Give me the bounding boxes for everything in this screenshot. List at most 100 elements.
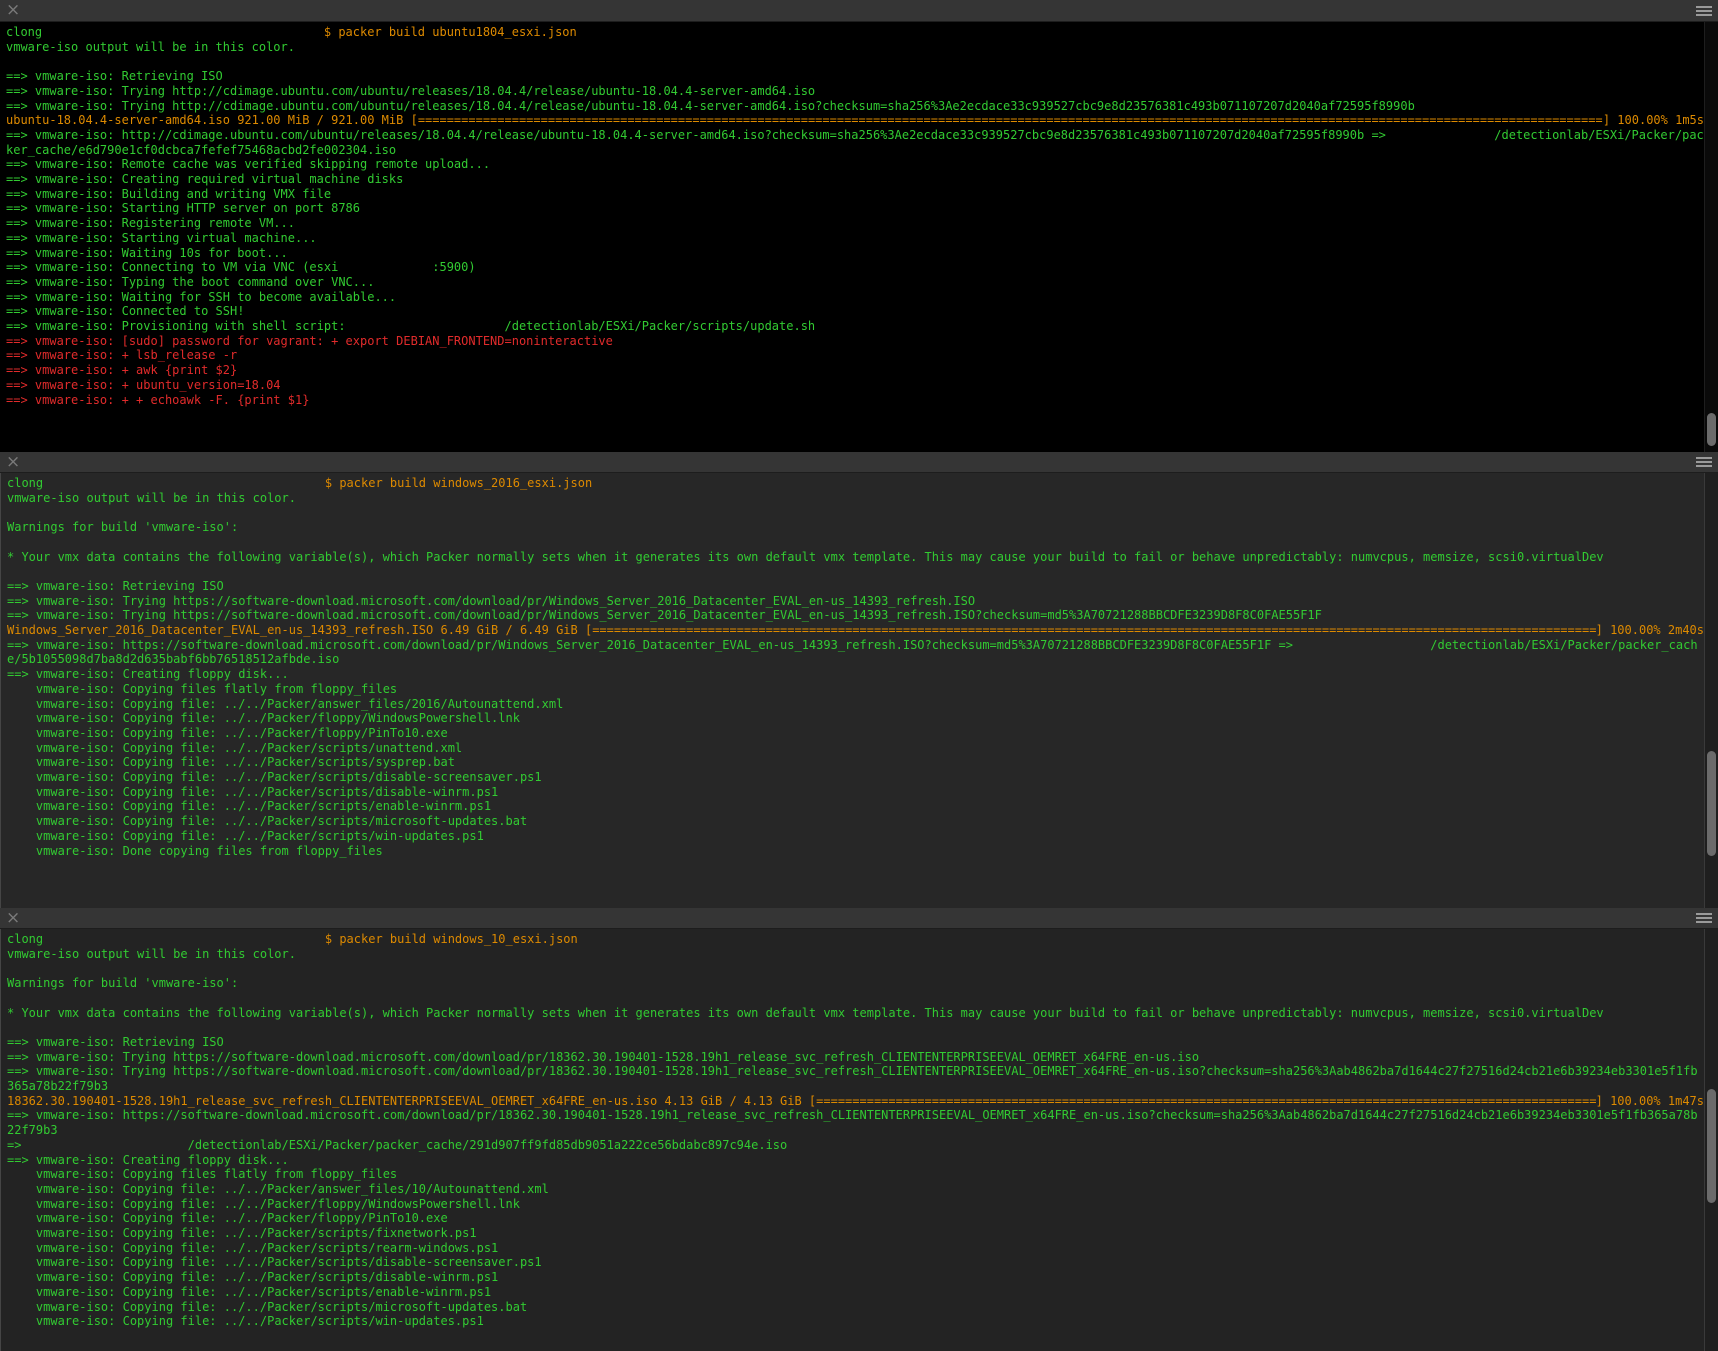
terminal-line: vmware-iso: Copying file: ../../Packer/s…: [7, 814, 1704, 829]
hamburger-menu-icon[interactable]: [1696, 457, 1712, 459]
scrollbar-thumb[interactable]: [1707, 1089, 1716, 1203]
terminal-line: vmware-iso output will be in this color.: [7, 947, 1704, 962]
terminal-line: vmware-iso: Copying file: ../../Packer/s…: [7, 1270, 1704, 1285]
terminal-line: ==> vmware-iso: http://cdimage.ubuntu.co…: [6, 128, 1704, 157]
terminal-line: vmware-iso: Copying files flatly from fl…: [7, 682, 1704, 697]
terminal-line: ==> vmware-iso: Connected to SSH!: [6, 304, 1704, 319]
terminal-output-windows2016[interactable]: clong $ packer build windows_2016_esxi.j…: [0, 473, 1704, 908]
terminal-line: vmware-iso: Copying file: ../../Packer/s…: [7, 1314, 1704, 1329]
terminal-line: vmware-iso: Copying file: ../../Packer/f…: [7, 726, 1704, 741]
terminal-line: [7, 961, 1704, 976]
terminal-line: ubuntu-18.04.4-server-amd64.iso 921.00 M…: [6, 113, 1704, 128]
terminal-line: vmware-iso: Copying file: ../../Packer/f…: [7, 711, 1704, 726]
terminal-pane-windows2016: × clong $ packer build windows_2016_esxi…: [0, 452, 1718, 908]
terminal-line: ==> vmware-iso: Starting virtual machine…: [6, 231, 1704, 246]
terminal-line: vmware-iso: Copying file: ../../Packer/s…: [7, 1241, 1704, 1256]
terminal-line: vmware-iso: Copying file: ../../Packer/a…: [7, 697, 1704, 712]
terminal-line: ==> vmware-iso: https://software-downloa…: [7, 1108, 1704, 1137]
terminal-line: vmware-iso: Copying files flatly from fl…: [7, 1167, 1704, 1182]
pane-titlebar: ×: [0, 908, 1718, 929]
terminal-line: vmware-iso: Copying file: ../../Packer/s…: [7, 785, 1704, 800]
terminal-line: ==> vmware-iso: + ubuntu_version=18.04: [6, 378, 1704, 393]
scrollbar-thumb[interactable]: [1707, 751, 1716, 855]
terminal-line: ==> vmware-iso: Creating floppy disk...: [7, 667, 1704, 682]
close-icon[interactable]: ×: [6, 2, 20, 19]
terminal-line: 18362.30.190401-1528.19h1_release_svc_re…: [7, 1094, 1704, 1109]
terminal-line: ==> vmware-iso: Trying http://cdimage.ub…: [6, 99, 1704, 114]
progress-stats: ] 100.00% 2m40s: [1596, 623, 1704, 638]
terminal-line: [7, 991, 1704, 1006]
close-icon[interactable]: ×: [6, 910, 20, 927]
close-icon[interactable]: ×: [6, 454, 20, 471]
terminal-line: clong $ packer build ubuntu1804_esxi.jso…: [6, 25, 1704, 40]
terminal-line: ==> vmware-iso: [sudo] password for vagr…: [6, 334, 1704, 349]
scrollbar[interactable]: [1704, 929, 1718, 1351]
terminal-line: ==> vmware-iso: Trying https://software-…: [7, 1050, 1704, 1065]
terminal-line: ==> vmware-iso: Creating required virtua…: [6, 172, 1704, 187]
terminal-line: vmware-iso: Copying file: ../../Packer/a…: [7, 1182, 1704, 1197]
terminal-line: vmware-iso: Copying file: ../../Packer/s…: [7, 1285, 1704, 1300]
terminal-line: [7, 564, 1704, 579]
terminal-line: ==> vmware-iso: Remote cache was verifie…: [6, 157, 1704, 172]
terminal-line: vmware-iso: Copying file: ../../Packer/s…: [7, 1255, 1704, 1270]
terminal-line: ==> vmware-iso: + lsb_release -r: [6, 348, 1704, 363]
terminal-line: ==> vmware-iso: Provisioning with shell …: [6, 319, 1704, 334]
hamburger-menu-icon[interactable]: [1696, 6, 1712, 8]
pane-titlebar: ×: [0, 452, 1718, 473]
progress-label: Windows_Server_2016_Datacenter_EVAL_en-u…: [7, 623, 592, 638]
terminal-pane-windows10: × clong $ packer build windows_10_esxi.j…: [0, 908, 1718, 1351]
terminal-line: ==> vmware-iso: Waiting for SSH to becom…: [6, 290, 1704, 305]
progress-label: ubuntu-18.04.4-server-amd64.iso 921.00 M…: [6, 113, 418, 128]
terminal-line: Warnings for build 'vmware-iso':: [7, 520, 1704, 535]
terminal-line: vmware-iso: Copying file: ../../Packer/s…: [7, 1226, 1704, 1241]
terminal-line: ==> vmware-iso: Starting HTTP server on …: [6, 201, 1704, 216]
terminal-line: vmware-iso: Copying file: ../../Packer/f…: [7, 1197, 1704, 1212]
terminal-line: vmware-iso: Done copying files from flop…: [7, 844, 1704, 859]
terminal-line: vmware-iso: Copying file: ../../Packer/s…: [7, 741, 1704, 756]
terminal-line: ==> vmware-iso: Trying https://software-…: [7, 1064, 1704, 1093]
scrollbar-thumb[interactable]: [1707, 413, 1716, 445]
progress-stats: ] 100.00% 1m5s: [1603, 113, 1704, 128]
terminal-line: [7, 535, 1704, 550]
progress-bar: ========================================…: [816, 1094, 1595, 1109]
terminal-output-ubuntu1804[interactable]: clong $ packer build ubuntu1804_esxi.jso…: [0, 22, 1704, 452]
terminal-line: ==> vmware-iso: Creating floppy disk...: [7, 1153, 1704, 1168]
terminal-line: ==> vmware-iso: Trying https://software-…: [7, 608, 1704, 623]
pane-titlebar: ×: [0, 0, 1718, 22]
terminal-line: ==> vmware-iso: Building and writing VMX…: [6, 187, 1704, 202]
terminal-line: => /detectionlab/ESXi/Packer/packer_cach…: [7, 1138, 1704, 1153]
scrollbar[interactable]: [1704, 22, 1718, 452]
terminal-line: ==> vmware-iso: Registering remote VM...: [6, 216, 1704, 231]
terminal-line: [7, 505, 1704, 520]
terminal-line: ==> vmware-iso: + awk {print $2}: [6, 363, 1704, 378]
terminal-line: vmware-iso: Copying file: ../../Packer/s…: [7, 770, 1704, 785]
terminal-line: ==> vmware-iso: Retrieving ISO: [6, 69, 1704, 84]
terminal-line: ==> vmware-iso: Retrieving ISO: [7, 1035, 1704, 1050]
terminal-output-windows10[interactable]: clong $ packer build windows_10_esxi.jso…: [0, 929, 1704, 1351]
progress-bar: ========================================…: [592, 623, 1595, 638]
scrollbar[interactable]: [1704, 473, 1718, 908]
terminal-line: ==> vmware-iso: https://software-downloa…: [7, 638, 1704, 667]
terminal-pane-ubuntu1804: × clong $ packer build ubuntu1804_esxi.j…: [0, 0, 1718, 452]
terminal-line: ==> vmware-iso: Waiting 10s for boot...: [6, 246, 1704, 261]
terminal-line: Warnings for build 'vmware-iso':: [7, 976, 1704, 991]
terminal-line: ==> vmware-iso: Trying http://cdimage.ub…: [6, 84, 1704, 99]
terminal-line: ==> vmware-iso: Typing the boot command …: [6, 275, 1704, 290]
terminal-line: vmware-iso: Copying file: ../../Packer/f…: [7, 1211, 1704, 1226]
progress-stats: ] 100.00% 1m47s: [1596, 1094, 1704, 1109]
terminal-line: vmware-iso: Copying file: ../../Packer/s…: [7, 1300, 1704, 1315]
terminal-line: vmware-iso output will be in this color.: [6, 40, 1704, 55]
terminal-line: [7, 1020, 1704, 1035]
terminal-line: ==> vmware-iso: Connecting to VM via VNC…: [6, 260, 1704, 275]
terminal-line: vmware-iso: Copying file: ../../Packer/s…: [7, 755, 1704, 770]
terminal-line: vmware-iso: Copying file: ../../Packer/s…: [7, 829, 1704, 844]
terminal-line: clong $ packer build windows_2016_esxi.j…: [7, 476, 1704, 491]
terminal-line: ==> vmware-iso: Retrieving ISO: [7, 579, 1704, 594]
progress-label: 18362.30.190401-1528.19h1_release_svc_re…: [7, 1094, 816, 1109]
terminal-line: vmware-iso: Copying file: ../../Packer/s…: [7, 799, 1704, 814]
terminal-line: Windows_Server_2016_Datacenter_EVAL_en-u…: [7, 623, 1704, 638]
terminal-line: [6, 54, 1704, 69]
hamburger-menu-icon[interactable]: [1696, 913, 1712, 915]
terminal-line: ==> vmware-iso: + + echoawk -F. {print $…: [6, 393, 1704, 408]
terminal-line: * Your vmx data contains the following v…: [7, 550, 1704, 565]
